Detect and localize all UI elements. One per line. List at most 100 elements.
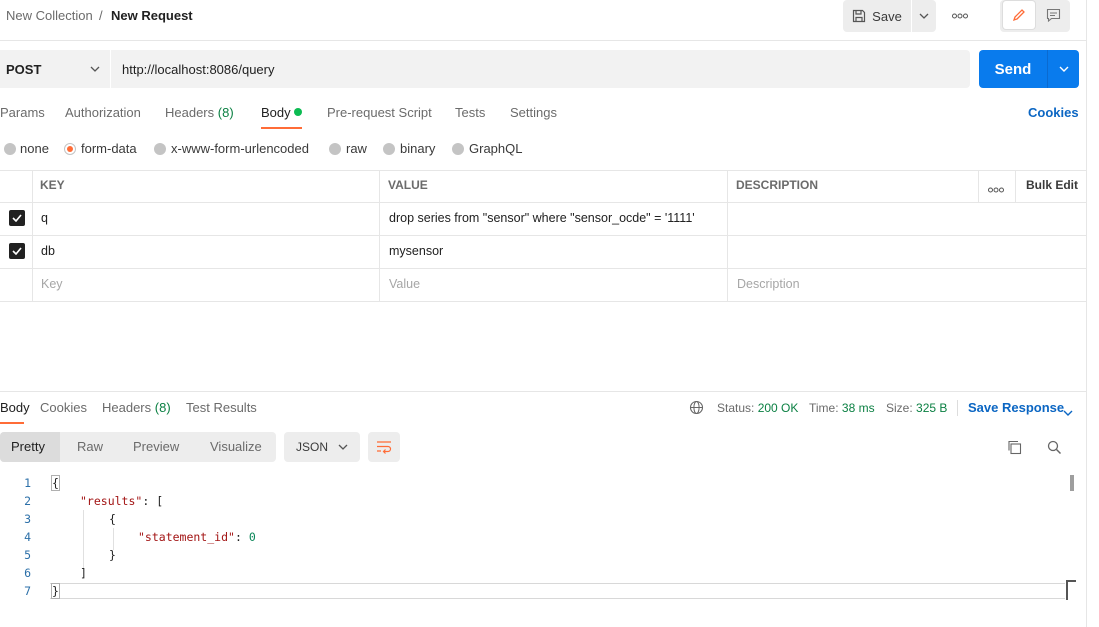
response-tab-cookies[interactable]: Cookies [40, 400, 87, 415]
active-tab-underline [261, 127, 302, 129]
row-checkbox[interactable] [9, 210, 25, 226]
response-tab-body[interactable]: Body [0, 400, 30, 415]
radio-raw[interactable] [329, 143, 341, 155]
save-dropdown-button[interactable] [912, 0, 936, 32]
row-key-input[interactable]: db [41, 244, 55, 258]
view-preview[interactable]: Preview [133, 439, 179, 454]
code-line: "results": [ [80, 494, 163, 508]
radio-form-data[interactable] [64, 143, 76, 155]
row-checkbox[interactable] [9, 243, 25, 259]
save-button[interactable]: Save [843, 0, 911, 32]
line-number: 6 [24, 566, 31, 580]
line-number: 4 [24, 530, 31, 544]
view-visualize[interactable]: Visualize [210, 439, 262, 454]
response-tab-test-results[interactable]: Test Results [186, 400, 257, 415]
response-size[interactable]: Size: 325 B [886, 401, 947, 415]
code-bracket-close: ] [80, 566, 87, 580]
indent-guide [83, 510, 84, 568]
row-value-input[interactable]: drop series from "sensor" where "sensor_… [389, 211, 695, 225]
response-tab-underline [0, 422, 24, 424]
tab-prerequest-script[interactable]: Pre-request Script [327, 105, 432, 120]
radio-binary-label[interactable]: binary [400, 141, 435, 156]
response-time[interactable]: Time: 38 ms [809, 401, 875, 415]
format-label: JSON [296, 440, 329, 454]
chevron-down-icon [1059, 66, 1068, 72]
radio-urlencoded[interactable] [154, 143, 166, 155]
code-object-close: } [109, 548, 116, 562]
radio-none[interactable] [4, 143, 16, 155]
more-options-icon[interactable] [950, 8, 970, 24]
wrap-icon [377, 441, 392, 454]
send-button[interactable]: Send [979, 50, 1047, 88]
method-label: POST [6, 61, 42, 77]
edit-mode-button[interactable] [1003, 1, 1035, 29]
json-colon: : [234, 530, 242, 544]
response-status[interactable]: Status: 200 OK [717, 401, 798, 415]
tab-authorization[interactable]: Authorization [65, 105, 141, 120]
tab-headers[interactable]: Headers (8) [165, 105, 234, 120]
right-pane-border [1086, 0, 1087, 627]
row-key-input[interactable]: q [41, 211, 48, 225]
code-scrollbar-thumb[interactable] [1070, 475, 1074, 491]
table-divider [32, 170, 33, 301]
pencil-icon [1012, 9, 1025, 22]
format-select[interactable]: JSON [284, 432, 360, 462]
bulk-edit-button[interactable]: Bulk Edit [1026, 178, 1078, 192]
tab-params[interactable]: Params [0, 105, 45, 120]
radio-none-label[interactable]: none [20, 141, 49, 156]
code-object-open: { [109, 512, 116, 526]
time-value: 38 ms [841, 401, 875, 415]
column-header-description: DESCRIPTION [736, 178, 819, 192]
tab-body[interactable]: Body [261, 105, 291, 120]
table-divider [379, 170, 380, 301]
check-icon [12, 214, 22, 222]
meta-divider [957, 400, 958, 416]
table-divider [727, 170, 728, 301]
breadcrumb-request[interactable]: New Request [111, 8, 193, 23]
tab-tests[interactable]: Tests [455, 105, 485, 120]
comments-button[interactable] [1038, 1, 1068, 29]
chevron-down-icon[interactable] [1063, 404, 1073, 419]
copy-icon[interactable] [1007, 440, 1022, 458]
chevron-down-icon [919, 13, 929, 19]
table-options-icon[interactable] [988, 181, 1004, 196]
status-value: 200 OK [757, 401, 799, 415]
radio-form-data-label[interactable]: form-data [81, 141, 137, 156]
code-brace-close: } [51, 583, 60, 599]
view-pretty[interactable]: Pretty [11, 439, 45, 454]
globe-icon[interactable] [689, 400, 704, 418]
new-description-input[interactable]: Description [737, 277, 800, 291]
response-divider [0, 391, 1086, 392]
radio-raw-label[interactable]: raw [346, 141, 367, 156]
tab-settings[interactable]: Settings [510, 105, 557, 120]
table-border [0, 235, 1086, 236]
save-response-button[interactable]: Save Response [968, 400, 1064, 415]
new-value-input[interactable]: Value [389, 277, 420, 291]
indent-guide [113, 528, 114, 550]
code-brace-open: { [51, 475, 60, 491]
view-raw[interactable]: Raw [77, 439, 103, 454]
new-key-input[interactable]: Key [41, 277, 63, 291]
breadcrumb-separator: / [99, 8, 103, 23]
radio-graphql[interactable] [452, 143, 464, 155]
json-key: "results" [80, 494, 143, 508]
breadcrumb-collection[interactable]: New Collection [6, 8, 93, 23]
time-label: Time: [809, 401, 839, 415]
search-icon[interactable] [1047, 440, 1062, 458]
radio-graphql-label[interactable]: GraphQL [469, 141, 522, 156]
send-dropdown-button[interactable] [1047, 50, 1079, 88]
response-tab-headers[interactable]: Headers (8) [102, 400, 171, 415]
radio-urlencoded-label[interactable]: x-www-form-urlencoded [171, 141, 309, 156]
json-bracket: [ [156, 494, 164, 508]
line-number: 5 [24, 548, 31, 562]
table-border [0, 202, 1086, 203]
code-line: "statement_id": 0 [138, 530, 256, 544]
row-value-input[interactable]: mysensor [389, 244, 443, 258]
radio-binary[interactable] [383, 143, 395, 155]
response-tab-headers-label: Headers [102, 400, 152, 415]
body-modified-indicator [294, 108, 302, 116]
cookies-link[interactable]: Cookies [1028, 105, 1079, 120]
url-input[interactable]: http://localhost:8086/query [111, 50, 970, 88]
wrap-lines-button[interactable] [368, 432, 400, 462]
method-select[interactable]: POST [0, 50, 110, 88]
